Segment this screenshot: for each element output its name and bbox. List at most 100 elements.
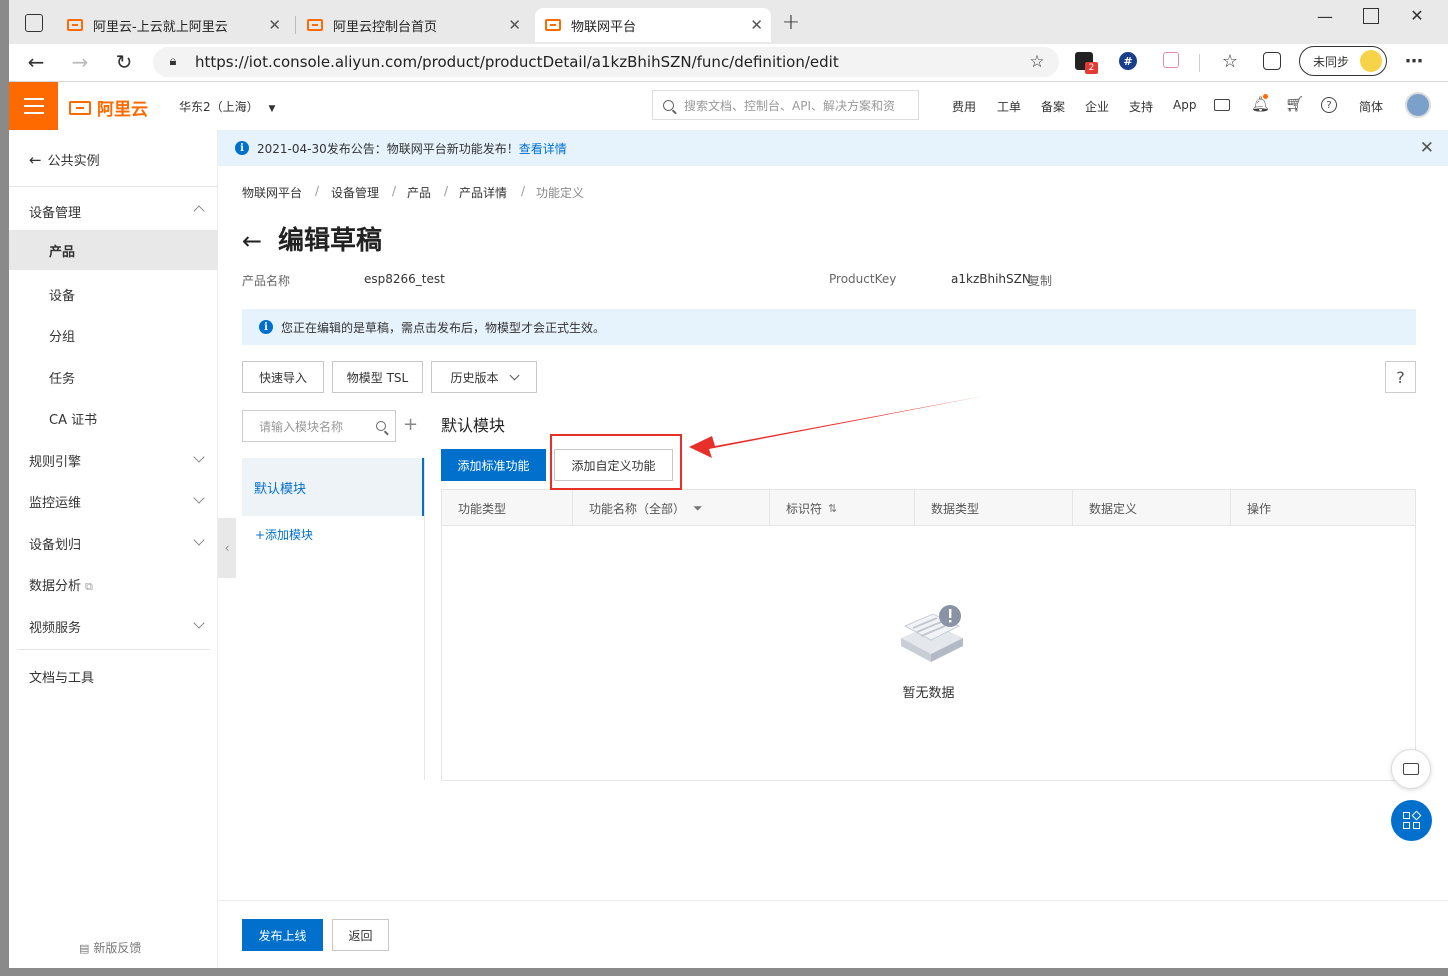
breadcrumb-device-mgmt[interactable]: 设备管理 [331,184,379,201]
aliyun-brand[interactable]: 阿里云 [69,95,148,120]
favorite-add-icon[interactable]: ☆ [1027,52,1047,72]
breadcrumb-product-detail[interactable]: 产品详情 [459,184,507,201]
tab-actions-icon[interactable] [25,14,43,32]
close-icon[interactable]: ✕ [1420,138,1434,158]
chevron-up-icon [193,205,205,217]
sidebar-item-group[interactable]: 分组 [49,326,75,345]
tab-title: 物联网平台 [571,19,637,35]
page-title: 编辑草稿 [278,226,383,256]
add-module-link[interactable]: +添加模块 [255,526,313,543]
favorites-icon[interactable]: ☆ [1219,50,1241,72]
sidebar-group-label: 设备管理 [29,206,82,221]
new-tab-icon[interactable]: + [781,10,801,35]
sidebar-item-task[interactable]: 任务 [49,368,75,387]
info-icon: i [235,141,249,155]
pink-extension-icon[interactable] [1163,52,1179,68]
quick-import-button[interactable]: 快速导入 [242,361,324,393]
sidebar-group-device[interactable]: 设备管理 [29,202,81,221]
sidebar: ← 公共实例 设备管理 产品 设备 分组 任务 CA 证书 规则引擎 监控运维 设… [9,130,218,968]
browser-tab-1[interactable]: 阿里云-上云就上阿里云 ✕ [57,8,289,42]
filter-icon[interactable]: ⏷ [693,501,703,516]
minimize-icon[interactable]: — [1315,7,1335,26]
sidebar-docs-tools[interactable]: 文档与工具 [29,667,94,686]
hamburger-menu-button[interactable] [9,82,58,130]
aliyun-logo-icon [545,19,561,31]
announcement-text: 2021-04-30发布公告：物联网平台新功能发布！ [257,141,519,156]
empty-data-icon [901,605,963,662]
global-search-input[interactable]: 搜索文档、控制台、API、解决方案和资 [652,90,919,120]
sort-icon[interactable]: ⇅ [828,502,837,515]
sidebar-section-video[interactable]: 视频服务 [29,617,81,636]
maximize-icon[interactable] [1363,8,1379,24]
module-search-placeholder: 请输入模块名称 [259,419,344,434]
close-tab-icon[interactable]: ✕ [268,16,281,34]
notice-text: 您正在编辑的是草稿，需点击发布后，物模型才会正式生效。 [281,320,606,335]
apps-grid-icon[interactable] [1391,800,1432,841]
back-button[interactable]: 返回 [332,919,389,951]
more-menu-icon[interactable]: ⋯ [1403,50,1425,72]
announcement-link[interactable]: 查看详情 [519,140,567,157]
module-item-default[interactable]: 默认模块 [242,458,424,516]
page-back-arrow-icon[interactable]: ← [242,227,262,255]
cart-icon[interactable]: 🛒︎ [1285,95,1304,113]
back-icon[interactable]: ← [25,50,47,74]
tsl-button[interactable]: 物模型 TSL [332,361,423,393]
nav-enterprise[interactable]: 企业 [1085,98,1109,115]
close-tab-icon[interactable]: ✕ [508,16,521,34]
sidebar-section-device-assign[interactable]: 设备划归 [29,534,81,553]
nav-app[interactable]: App [1173,98,1196,112]
module-search-input[interactable]: 请输入模块名称 [242,410,396,442]
extension-badge: 2 [1085,62,1098,74]
user-avatar[interactable] [1405,92,1431,118]
chevron-left-icon: ‹ [224,541,230,555]
url-field[interactable]: 🔒︎ https://iot.console.aliyun.com/produc… [153,47,1059,77]
product-name-label: 产品名称 [242,274,291,288]
sidebar-back[interactable]: ← 公共实例 [29,150,100,169]
region-selector[interactable]: 华东2（上海） ▼ [179,98,275,115]
col-label: 标识符 [786,501,823,516]
browser-tab-2[interactable]: 阿里云控制台首页 ✕ [297,8,529,42]
copy-link[interactable]: 复制 [1028,272,1052,289]
col-identifier[interactable]: 标识符 ⇅ [770,490,837,526]
breadcrumb-product[interactable]: 产品 [407,184,431,201]
sidebar-item-ca-cert[interactable]: CA 证书 [49,409,97,428]
sidebar-section-data-analysis[interactable]: 数据分析 ⧉ [29,575,93,594]
url-text: https://iot.console.aliyun.com/product/p… [195,53,839,71]
sidebar-section-rules[interactable]: 规则引擎 [29,451,81,470]
sidebar-item-product[interactable]: 产品 [9,230,218,270]
help-button[interactable]: ? [1385,361,1416,393]
profile-sync-button[interactable]: 未同步 [1299,46,1387,76]
close-window-icon[interactable]: ✕ [1407,6,1427,25]
browser-window: 阿里云-上云就上阿里云 ✕ 阿里云控制台首页 ✕ 物联网平台 ✕ + — ✕ ←… [9,0,1448,968]
refresh-icon[interactable]: ↻ [113,50,135,74]
highlight-box [550,434,682,490]
nav-ticket[interactable]: 工单 [997,98,1021,115]
hash-extension-icon[interactable]: # [1119,52,1137,70]
language-switch[interactable]: 简体 [1359,98,1383,115]
forward-icon[interactable]: → [69,50,91,74]
arrow-left-icon: ← [29,151,42,169]
history-version-dropdown[interactable]: 历史版本 [431,361,537,393]
bottom-action-bar [218,900,1448,968]
col-data-type: 数据类型 [931,501,980,516]
nav-billing[interactable]: 费用 [952,98,976,115]
chat-icon[interactable] [1391,749,1431,789]
new-version-feedback[interactable]: ▤ 新版反馈 [79,939,141,956]
browser-tab-3[interactable]: 物联网平台 ✕ [535,8,771,42]
add-standard-function-button[interactable]: 添加标准功能 [441,449,546,481]
terminal-icon[interactable] [1214,99,1230,111]
breadcrumb-iot[interactable]: 物联网平台 [242,184,302,201]
notification-dot [1263,94,1268,99]
publish-button[interactable]: 发布上线 [242,919,323,951]
sidebar-section-monitoring[interactable]: 监控运维 [29,492,81,511]
sidebar-item-device[interactable]: 设备 [49,285,75,304]
nav-icp[interactable]: 备案 [1041,98,1065,115]
nav-support[interactable]: 支持 [1129,98,1153,115]
add-module-plus-icon[interactable]: + [403,414,418,435]
help-icon[interactable]: ? [1321,97,1337,113]
collections-icon[interactable] [1263,52,1281,70]
col-function-name[interactable]: 功能名称（全部） ⏷ [573,490,703,526]
col-data-definition: 数据定义 [1089,501,1138,516]
close-tab-icon[interactable]: ✕ [750,16,763,34]
sidebar-collapse-handle[interactable]: ‹ [218,518,236,578]
